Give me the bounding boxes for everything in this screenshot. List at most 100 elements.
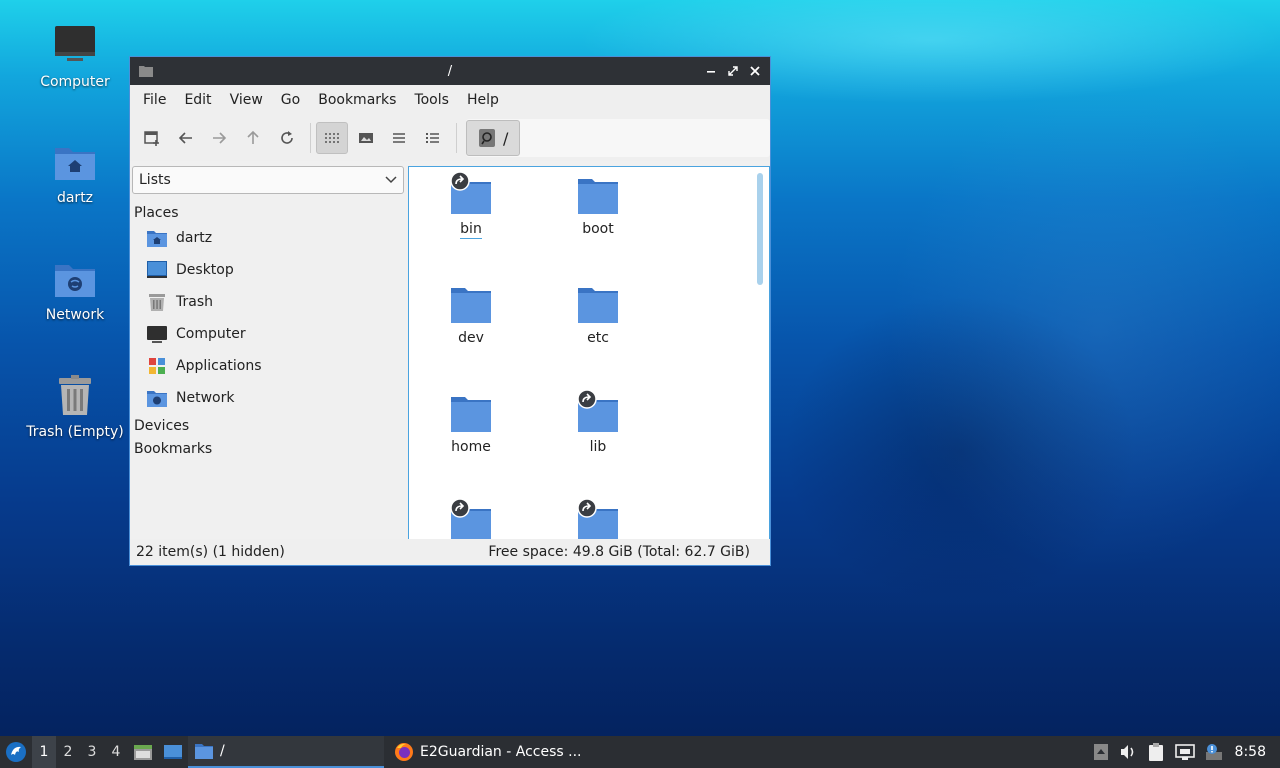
computer-icon [55, 26, 95, 61]
workspace-1[interactable]: 1 [32, 736, 56, 768]
menubar: File Edit View Go Bookmarks Tools Help [130, 85, 770, 115]
file-item[interactable]: dev [421, 286, 521, 346]
sidebar-item-label: Trash [176, 294, 213, 310]
menu-file[interactable]: File [134, 92, 175, 108]
places-heading[interactable]: Places [130, 200, 406, 222]
minimize-button[interactable] [702, 62, 720, 80]
folder-icon [451, 288, 491, 323]
sidebar-item-computer[interactable]: Computer [130, 318, 406, 350]
symlink-icon [577, 498, 597, 518]
chevron-down-icon [385, 176, 397, 184]
task-label: E2Guardian - Access ... [420, 744, 582, 760]
icon-view-button[interactable] [315, 122, 348, 154]
app-menu-icon [6, 742, 26, 762]
back-button[interactable] [170, 122, 202, 154]
desktop-icon-home[interactable]: dartz [20, 138, 130, 206]
symlink-icon [577, 389, 597, 409]
task-firefox[interactable]: E2Guardian - Access ... [384, 736, 584, 768]
path-button-root[interactable]: / [466, 120, 521, 156]
file-name: boot [582, 221, 614, 237]
clock[interactable]: 8:58 [1235, 736, 1266, 768]
reload-button[interactable] [271, 122, 303, 154]
menu-view[interactable]: View [221, 92, 272, 108]
desktop-icon-trash[interactable]: Trash (Empty) [20, 372, 130, 440]
devices-heading[interactable]: Devices [130, 414, 406, 437]
file-manager-icon [134, 745, 152, 760]
desktop-icon-label: Computer [40, 74, 110, 90]
file-name: etc [587, 330, 609, 346]
file-item[interactable]: etc [548, 286, 648, 346]
network-icon [55, 265, 95, 297]
start-menu-button[interactable] [0, 736, 32, 768]
item-count: 22 item(s) (1 hidden) [136, 544, 285, 560]
maximize-button[interactable] [724, 62, 742, 80]
thumbnail-view-button[interactable] [350, 122, 382, 154]
desktop-icon-network[interactable]: Network [20, 255, 130, 323]
grid-view-icon [324, 133, 339, 143]
titlebar[interactable]: / [130, 57, 770, 85]
sidebar-item-desktop[interactable]: Desktop [130, 254, 406, 286]
desktop-icon-computer[interactable]: Computer [20, 22, 130, 90]
forward-button[interactable] [204, 122, 236, 154]
menu-tools[interactable]: Tools [405, 92, 458, 108]
menu-go[interactable]: Go [272, 92, 309, 108]
workspace-3[interactable]: 3 [80, 736, 104, 768]
menu-help[interactable]: Help [458, 92, 508, 108]
minimize-icon [707, 71, 715, 73]
arrow-left-icon [178, 132, 192, 144]
toolbar-separator [456, 123, 458, 153]
file-item[interactable]: lib [548, 389, 648, 455]
new-tab-button[interactable] [136, 122, 168, 154]
tray-expand-icon[interactable] [1093, 743, 1109, 761]
workspace-2[interactable]: 2 [56, 736, 80, 768]
show-desktop-launcher[interactable] [158, 736, 188, 768]
close-button[interactable] [746, 62, 764, 80]
volume-icon[interactable] [1119, 744, 1137, 760]
task-label: / [220, 743, 225, 759]
image-icon [358, 133, 373, 143]
task-file-manager[interactable]: / [188, 736, 384, 768]
folder-icon [195, 744, 213, 759]
compact-view-button[interactable] [383, 122, 415, 154]
bookmarks-heading[interactable]: Bookmarks [130, 437, 406, 460]
folder-icon [578, 179, 618, 214]
menu-bookmarks[interactable]: Bookmarks [309, 92, 405, 108]
file-name: bin [460, 221, 482, 239]
file-item[interactable]: boot [548, 177, 648, 237]
sidebar-item-label: Desktop [176, 262, 234, 278]
clipboard-icon[interactable] [1147, 742, 1165, 762]
sidebar-item-trash[interactable]: Trash [130, 286, 406, 318]
file-name: home [451, 439, 491, 455]
home-folder-icon [55, 148, 95, 180]
desktop-icon-label: Trash (Empty) [26, 424, 124, 440]
network-status-icon[interactable] [1174, 743, 1195, 761]
list-detail-icon [426, 133, 440, 143]
file-item[interactable]: bin [421, 171, 521, 239]
close-icon [750, 66, 760, 76]
symlink-icon [450, 498, 470, 518]
sidebar-item-label: Applications [176, 358, 262, 374]
sidebar-item-dartz[interactable]: dartz [130, 222, 406, 254]
location-bar[interactable]: / [466, 119, 770, 157]
system-tray: 8:58 [1093, 736, 1280, 768]
workspace-4[interactable]: 4 [104, 736, 128, 768]
desktop-icon [147, 261, 167, 278]
reload-icon [281, 131, 293, 144]
file-manager-window: / File Edit View Go Bookmarks Tools Help… [129, 56, 771, 566]
notification-icon[interactable] [1205, 743, 1225, 761]
sidebar-item-network[interactable]: Network [130, 382, 406, 414]
up-button[interactable] [237, 122, 269, 154]
detailed-view-button[interactable] [417, 122, 449, 154]
firefox-icon [395, 743, 413, 761]
sidebar-mode-select[interactable]: Lists [132, 166, 404, 194]
sidebar-item-label: Network [176, 390, 235, 406]
scrollbar[interactable] [757, 173, 763, 285]
file-manager-launcher[interactable] [128, 736, 158, 768]
file-item[interactable] [421, 498, 521, 541]
file-view[interactable]: bin boot dev etc home lib [408, 166, 770, 542]
file-item[interactable]: home [421, 395, 521, 455]
menu-edit[interactable]: Edit [175, 92, 220, 108]
sidebar-item-label: Computer [176, 326, 246, 342]
file-item[interactable] [548, 498, 648, 541]
sidebar-item-applications[interactable]: Applications [130, 350, 406, 382]
